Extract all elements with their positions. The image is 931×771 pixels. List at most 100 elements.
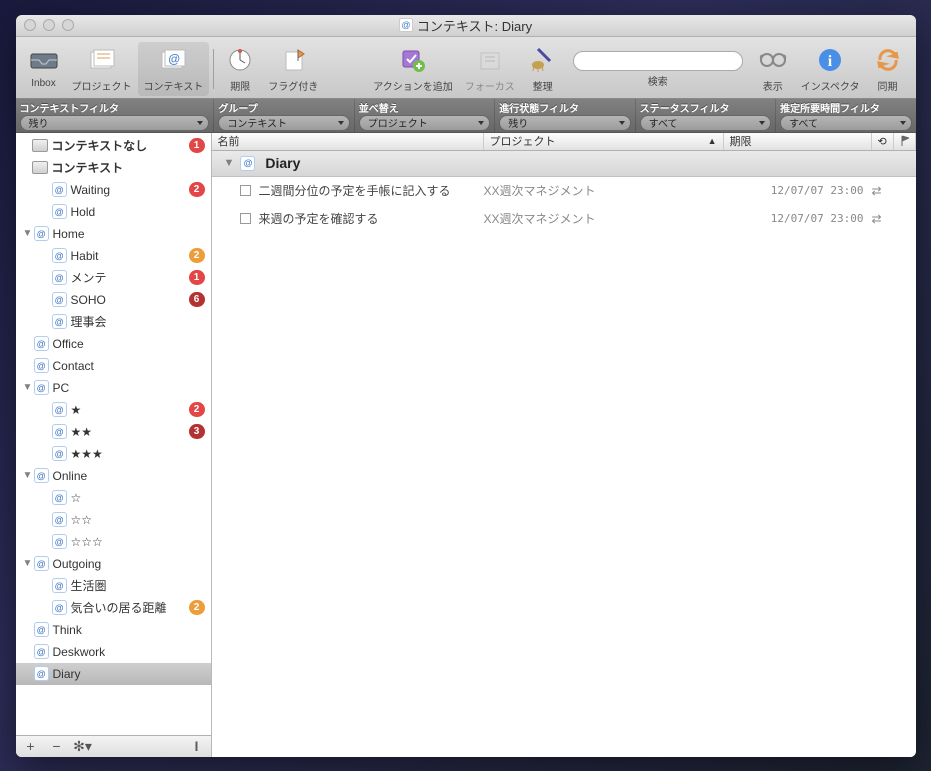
context-icon: @	[34, 380, 49, 395]
context-icon: @	[52, 534, 67, 549]
status-filter[interactable]: 残り	[499, 115, 630, 131]
checkbox[interactable]	[240, 213, 251, 224]
checkbox[interactable]	[240, 185, 251, 196]
sidebar-item[interactable]: @★2	[16, 399, 211, 421]
context-icon: @	[34, 358, 49, 373]
col-repeat: ⟲	[872, 133, 894, 150]
sidebar-item[interactable]: @ メンテ 1	[16, 267, 211, 289]
sidebar-item[interactable]: @★★3	[16, 421, 211, 443]
taskstatus-filter[interactable]: すべて	[640, 115, 771, 131]
view-button[interactable]: 表示	[751, 42, 795, 96]
column-headers[interactable]: 名前 プロジェクト▲ 期限 ⟲	[212, 133, 916, 151]
group-filter[interactable]: コンテキスト	[218, 115, 349, 131]
sidebar-item[interactable]: ▼@Online	[16, 465, 211, 487]
search-input[interactable]	[573, 51, 743, 71]
sidebar-item-label: Outgoing	[53, 557, 102, 571]
sidebar-item[interactable]: @ 気合いの居る距離 2	[16, 597, 211, 619]
task-project: XX週次マネジメント	[484, 210, 724, 227]
context-icon: @	[52, 270, 67, 285]
sidebar-item[interactable]: コンテキストなし1	[16, 135, 211, 157]
add-button[interactable]: +	[20, 737, 42, 755]
sort-filter[interactable]: プロジェクト	[359, 115, 490, 131]
sidebar-item-label: 理事会	[71, 313, 107, 330]
titlebar[interactable]: @ コンテキスト: Diary	[16, 15, 916, 37]
sidebar-item-label: Office	[53, 337, 84, 351]
badge: 3	[189, 424, 205, 439]
sidebar-item[interactable]: コンテキスト	[16, 157, 211, 179]
sidebar-item[interactable]: @☆☆☆	[16, 531, 211, 553]
sidebar-item-label: Think	[53, 623, 82, 637]
context-icon: @	[52, 292, 67, 307]
esttime-filter[interactable]: すべて	[780, 115, 911, 131]
task-row[interactable]: 二週間分位の予定を手帳に記入する XX週次マネジメント 12/07/07 23:…	[212, 177, 916, 205]
context-icon: @	[34, 468, 49, 483]
sidebar-item[interactable]: @Waiting2	[16, 179, 211, 201]
inbox-button[interactable]: Inbox	[22, 42, 66, 96]
action-menu-button[interactable]: ✻▾	[72, 737, 94, 755]
sync-button[interactable]: 同期	[866, 42, 910, 96]
sidebar-item[interactable]: ▼@Outgoing	[16, 553, 211, 575]
task-row[interactable]: 来週の予定を確認する XX週次マネジメント 12/07/07 23:00 ⇄	[212, 205, 916, 233]
sidebar-item-label: 生活圏	[71, 577, 107, 594]
sidebar-item[interactable]: @Think	[16, 619, 211, 641]
search-label: 検索	[648, 73, 668, 88]
sidebar-item[interactable]: ▼@Home	[16, 223, 211, 245]
sidebar-item[interactable]: @ 理事会	[16, 311, 211, 333]
cleanup-button[interactable]: 整理	[521, 42, 565, 96]
task-name: 二週間分位の予定を手帳に記入する	[259, 182, 451, 199]
badge: 2	[189, 600, 205, 615]
context-icon: @	[52, 446, 67, 461]
add-action-button[interactable]: アクションを追加	[367, 42, 459, 96]
folder-icon	[32, 161, 48, 174]
resize-handle[interactable]: |||	[185, 737, 207, 755]
sidebar-item[interactable]: @ SOHO 6	[16, 289, 211, 311]
col-due: 期限	[724, 133, 872, 150]
group-name: Diary	[265, 155, 300, 171]
folder-icon	[32, 139, 48, 152]
badge: 6	[189, 292, 205, 307]
sidebar-item[interactable]: @Hold	[16, 201, 211, 223]
inspector-button[interactable]: i インスペクタ	[795, 42, 866, 96]
app-window: @ コンテキスト: Diary Inbox プロジェクト @ コンテキスト 期限…	[16, 15, 916, 757]
context-filter-label: コンテキストフィルタ	[20, 100, 210, 114]
context-icon: @	[34, 226, 49, 241]
flagged-button[interactable]: フラグ付き	[262, 42, 324, 96]
sidebar: コンテキストなし1コンテキスト@Waiting2@Hold▼@Home@Habi…	[16, 133, 212, 757]
sidebar-item-label: SOHO	[71, 293, 106, 307]
focus-button[interactable]: フォーカス	[459, 42, 521, 96]
context-icon: @	[52, 600, 67, 615]
col-project: プロジェクト▲	[484, 133, 724, 150]
sidebar-item[interactable]: @Office	[16, 333, 211, 355]
project-button[interactable]: プロジェクト	[66, 42, 138, 96]
sidebar-item-label: PC	[53, 381, 70, 395]
sidebar-item[interactable]: @★★★	[16, 443, 211, 465]
remove-button[interactable]: −	[46, 737, 68, 755]
due-button[interactable]: 期限	[218, 42, 262, 96]
context-filter[interactable]: 残り	[20, 115, 210, 131]
badge: 1	[189, 270, 205, 285]
sidebar-item-label: ☆☆	[71, 513, 93, 527]
context-icon: @	[52, 248, 67, 263]
window-title: コンテキスト: Diary	[417, 16, 532, 35]
sidebar-item[interactable]: @Deskwork	[16, 641, 211, 663]
context-icon: @	[52, 314, 67, 329]
sidebar-item-label: Online	[53, 469, 88, 483]
sidebar-item[interactable]: @Diary	[16, 663, 211, 685]
sidebar-item-label: Habit	[71, 249, 99, 263]
sidebar-item-label: メンテ	[71, 269, 107, 286]
sidebar-item[interactable]: @☆	[16, 487, 211, 509]
filter-bar: コンテキストフィルタ 残り グループ コンテキスト 並べ替え プロジェクト 進行…	[16, 99, 916, 133]
sidebar-item[interactable]: @Contact	[16, 355, 211, 377]
svg-text:@: @	[168, 52, 180, 66]
sidebar-item[interactable]: @☆☆	[16, 509, 211, 531]
task-due: 12/07/07 23:00	[724, 212, 872, 225]
sidebar-item[interactable]: ▼@PC	[16, 377, 211, 399]
sidebar-item[interactable]: @Habit2	[16, 245, 211, 267]
sidebar-item-label: Deskwork	[53, 645, 106, 659]
sidebar-item[interactable]: @生活圏	[16, 575, 211, 597]
context-button[interactable]: @ コンテキスト	[138, 42, 210, 96]
sidebar-item-label: 気合いの居る距離	[71, 599, 167, 616]
sidebar-item-label: Home	[53, 227, 85, 241]
context-icon: @	[52, 182, 67, 197]
group-header[interactable]: ▼ @ Diary	[212, 151, 916, 177]
